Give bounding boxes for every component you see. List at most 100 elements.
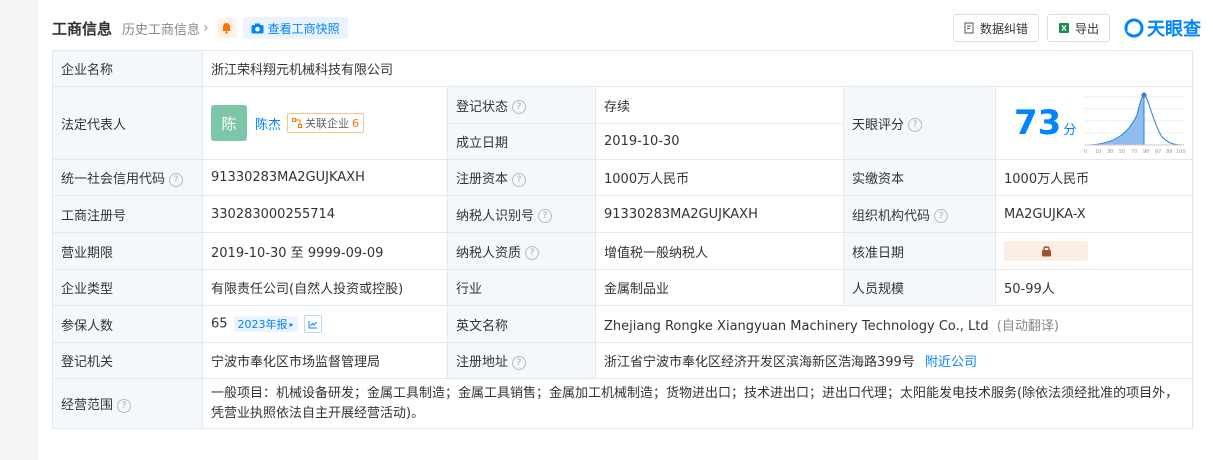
address-label: 注册地址 xyxy=(456,355,509,370)
table-row: 企业类型 有限责任公司(自然人投资或控股) 行业 金属制品业 人员规模 50-9… xyxy=(52,269,1194,306)
score-cell[interactable]: 73 分 0 10 30 50 70 90 97 99 100 xyxy=(994,86,1194,160)
term-label: 营业期限 xyxy=(52,232,203,270)
section-header: 工商信息 历史工商信息 › 查看工商快照 数据纠错 导出 天眼查 xyxy=(52,10,1213,46)
approval-date-cell xyxy=(994,232,1194,270)
score-x-tick: 99 xyxy=(1166,149,1172,155)
table-row: 经营范围? 一般项目：机械设备研发；金属工具制造；金属工具销售；金属加工机械制造… xyxy=(52,378,1194,429)
lock-icon xyxy=(1041,246,1051,257)
insured-label: 参保人数 xyxy=(52,305,203,343)
history-label: 历史工商信息 xyxy=(122,22,201,38)
scope-label-cell: 经营范围? xyxy=(52,378,203,429)
help-icon[interactable]: ? xyxy=(512,172,527,187)
score-x-tick: 10 xyxy=(1095,149,1101,155)
nearby-companies-link[interactable]: 附近公司 xyxy=(925,355,977,370)
taxpayer-id-label: 纳税人识别号 xyxy=(456,208,535,224)
help-icon[interactable]: ? xyxy=(538,209,553,223)
business-info-table: 企业名称 浙江荣科翔元机械科技有限公司 法定代表人 陈陈杰 关联企业 6 登记状态?… xyxy=(52,50,1194,429)
score-x-tick: 97 xyxy=(1155,149,1161,155)
credit-code: 91330283MA2GUJKAXH xyxy=(202,159,448,196)
taxpayer-id: 91330283MA2GUJKAXH xyxy=(595,195,844,233)
taxpayer-qual-label: 纳税人资质 xyxy=(456,245,522,261)
help-icon[interactable]: ? xyxy=(169,172,184,187)
staff-size-label: 人员规模 xyxy=(843,269,996,306)
score-x-tick: 50 xyxy=(1119,149,1125,155)
camera-icon xyxy=(251,23,264,33)
caret-right-icon: ▸ xyxy=(289,319,294,329)
scope-label: 经营范围 xyxy=(61,398,114,413)
section-title: 工商信息 xyxy=(52,19,113,38)
score-label-cell: 天眼评分? xyxy=(843,86,996,160)
score-x-tick: 0 xyxy=(1084,149,1087,155)
annual-report-label: 2023年报 xyxy=(237,318,288,331)
reg-capital-label-cell: 注册资本? xyxy=(447,159,596,196)
auto-translate-note: (自动翻译) xyxy=(996,318,1059,334)
company-name-label: 企业名称 xyxy=(52,50,203,87)
table-row: 统一社会信用代码? 91330283MA2GUJKAXH 注册资本? 1000万… xyxy=(52,159,1194,196)
legal-rep-name[interactable]: 陈杰 xyxy=(255,118,281,133)
help-icon[interactable]: ? xyxy=(525,246,540,260)
company-name: 浙江荣科翔元机械科技有限公司 xyxy=(201,50,1194,87)
related-companies-badge[interactable]: 关联企业 6 xyxy=(287,113,365,133)
founded-date: 2019-10-30 xyxy=(595,123,844,160)
trend-chart-icon[interactable] xyxy=(303,315,322,333)
edit-doc-icon xyxy=(964,22,974,34)
taxpayer-qual: 增值税一般纳税人 xyxy=(595,232,844,270)
help-icon[interactable]: ? xyxy=(512,355,527,370)
annual-report-badge[interactable]: 2023年报 ▸ xyxy=(233,316,298,332)
avatar[interactable]: 陈 xyxy=(211,105,247,141)
taxpayer-id-label-cell: 纳税人识别号? xyxy=(447,195,596,233)
help-icon[interactable]: ? xyxy=(117,398,132,413)
org-code-label: 组织机构代码 xyxy=(852,208,931,224)
org-code-label-cell: 组织机构代码? xyxy=(843,195,996,233)
score-value: 73 xyxy=(1014,103,1062,143)
table-row: 企业名称 浙江荣科翔元机械科技有限公司 xyxy=(52,50,1194,87)
score-label: 天眼评分 xyxy=(852,117,905,133)
org-code: MA2GUJKA-X xyxy=(994,195,1194,233)
staff-size: 50-99人 xyxy=(994,269,1194,306)
bell-icon[interactable] xyxy=(216,18,237,38)
insured-count: 65 xyxy=(211,316,228,332)
locked-value[interactable] xyxy=(1004,241,1088,261)
excel-icon xyxy=(1058,23,1069,33)
brand-name: 天眼查 xyxy=(1147,19,1201,40)
score-x-tick: 90 xyxy=(1143,149,1149,155)
business-info-panel: 工商信息 历史工商信息 › 查看工商快照 数据纠错 导出 天眼查 企业名称 浙江… xyxy=(38,0,1213,460)
score-distribution-chart: 0 10 30 50 70 90 97 99 100 xyxy=(1084,92,1186,155)
table-row: 法定代表人 陈陈杰 关联企业 6 登记状态? 存续 天眼评分? 73 分 0 1… xyxy=(52,86,1194,160)
chevron-right-icon: › xyxy=(203,20,209,36)
reg-status-label: 登记状态 xyxy=(456,99,509,115)
term: 2019-10-30 至 9999-09-09 xyxy=(202,232,448,270)
table-row: 营业期限 2019-10-30 至 9999-09-09 纳税人资质? 增值税一… xyxy=(52,232,1194,270)
reg-capital: 1000万人民币 xyxy=(595,159,844,196)
reg-status: 存续 xyxy=(595,86,844,124)
help-icon[interactable]: ? xyxy=(934,209,949,223)
correction-label: 数据纠错 xyxy=(979,21,1028,36)
english-name-cell: Zhejiang Rongke Xiangyuan Machinery Tech… xyxy=(594,305,1194,343)
type-label: 企业类型 xyxy=(52,269,203,306)
network-icon xyxy=(292,118,303,128)
company-type: 有限责任公司(自然人投资或控股) xyxy=(202,269,448,306)
score-x-tick: 100 xyxy=(1176,149,1186,155)
credit-code-label: 统一社会信用代码 xyxy=(61,172,166,187)
authority-label: 登记机关 xyxy=(52,342,203,379)
score-x-tick: 30 xyxy=(1107,149,1113,155)
table-row: 工商注册号 330283000255714 纳税人识别号? 91330283MA… xyxy=(52,195,1194,233)
snapshot-button[interactable]: 查看工商快照 xyxy=(242,17,348,39)
business-scope: 一般项目：机械设备研发；金属工具制造；金属工具销售；金属加工机械制造；货物进出口… xyxy=(201,378,1194,429)
founded-label: 成立日期 xyxy=(447,123,596,160)
legal-rep-label: 法定代表人 xyxy=(52,86,203,160)
snapshot-label: 查看工商快照 xyxy=(267,21,340,36)
help-icon[interactable]: ? xyxy=(512,100,527,114)
biz-reg-no-label: 工商注册号 xyxy=(52,195,203,233)
english-name-label: 英文名称 xyxy=(447,305,596,343)
insured-cell: 65 2023年报 ▸ xyxy=(202,305,448,343)
address-label-cell: 注册地址? xyxy=(447,342,596,379)
reg-capital-label: 注册资本 xyxy=(456,172,509,187)
export-button[interactable]: 导出 xyxy=(1046,14,1110,42)
paid-capital: 1000万人民币 xyxy=(994,159,1194,196)
history-link[interactable]: 历史工商信息 › xyxy=(122,19,209,38)
help-icon[interactable]: ? xyxy=(908,118,923,132)
data-correction-button[interactable]: 数据纠错 xyxy=(952,14,1039,42)
english-name: Zhejiang Rongke Xiangyuan Machinery Tech… xyxy=(604,318,989,334)
score-x-tick: 70 xyxy=(1131,149,1137,155)
